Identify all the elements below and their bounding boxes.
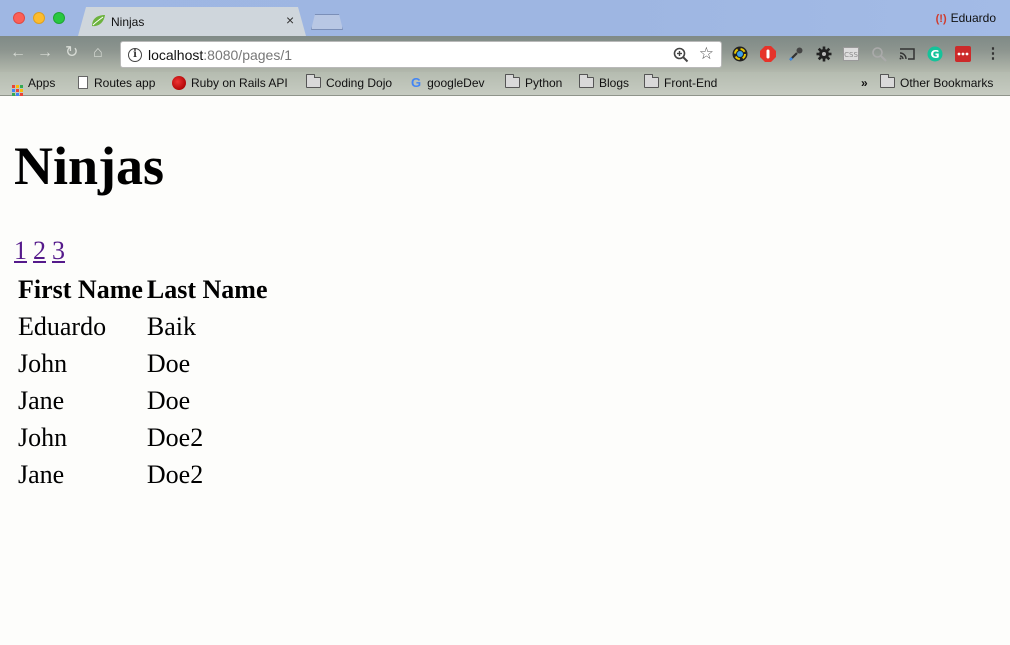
table-row: Jane Doe (17, 383, 269, 418)
page-link-3[interactable]: 3 (52, 236, 65, 265)
folder-icon (579, 74, 594, 88)
first-name-cell: John (18, 348, 68, 378)
bookmark-front-end[interactable]: Front-End (644, 74, 718, 91)
last-name-cell: Doe (146, 385, 191, 415)
bookmarks-bar: Apps Routes app Ruby on Rails API Coding… (0, 72, 1010, 96)
grammarly-extension-icon[interactable]: G (927, 46, 943, 62)
table-row: John Doe2 (17, 420, 269, 455)
first-name-cell: Jane (18, 459, 65, 489)
last-name-cell: Doe (146, 348, 191, 378)
last-name-cell: Baik (146, 311, 197, 341)
folder-icon (644, 74, 659, 88)
site-info-icon[interactable]: i (128, 48, 142, 62)
page-link-2[interactable]: 2 (33, 236, 46, 265)
home-icon[interactable]: ⌂ (93, 44, 103, 62)
column-header-last-name: Last Name (146, 274, 268, 304)
browser-tab-bar: Ninjas × (!) Eduardo (0, 0, 1010, 36)
bookmark-coding-dojo[interactable]: Coding Dojo (306, 74, 393, 91)
last-name-cell: Doe2 (146, 422, 204, 452)
profile-button[interactable]: (!) Eduardo (936, 11, 996, 25)
column-header-first-name: First Name (18, 274, 143, 304)
profile-name: Eduardo (950, 11, 996, 25)
bookmark-label: Ruby on Rails API (191, 76, 288, 90)
first-name-cell: Eduardo (18, 311, 107, 341)
url-host: localhost (148, 47, 204, 63)
folder-icon (306, 74, 321, 88)
tab-title: Ninjas (111, 15, 145, 29)
bookmark-routes-app[interactable]: Routes app (78, 75, 155, 91)
forward-icon[interactable]: → (37, 44, 53, 62)
last-name-cell: Doe2 (146, 459, 204, 489)
folder-icon (505, 74, 520, 88)
table-header-row: First Name Last Name (17, 272, 269, 307)
back-icon[interactable]: ← (10, 44, 26, 62)
browser-menu-icon[interactable]: ⋮ (985, 46, 1001, 62)
document-icon (78, 76, 88, 89)
adblock-extension-icon[interactable] (760, 46, 776, 62)
close-window-button[interactable] (13, 12, 25, 24)
bookmark-label: Front-End (664, 76, 718, 90)
color-picker-extension-icon[interactable] (732, 46, 748, 62)
pagination: 123 (14, 236, 71, 266)
folder-icon (880, 74, 895, 88)
bookmark-apps[interactable]: Apps (12, 75, 56, 96)
eyedropper-extension-icon[interactable] (788, 46, 804, 62)
first-name-cell: John (18, 422, 68, 452)
bookmarks-overflow-chevron-icon[interactable]: » (861, 75, 868, 91)
spring-leaf-icon (92, 15, 105, 27)
svg-text:G: G (930, 48, 939, 61)
minimize-window-button[interactable] (33, 12, 45, 24)
cast-icon[interactable] (899, 46, 915, 62)
first-name-cell: Jane (18, 385, 65, 415)
new-tab-button[interactable] (311, 14, 343, 30)
url-path: :8080/pages/1 (203, 47, 293, 63)
tab-close-icon[interactable]: × (286, 13, 294, 27)
bookmark-python[interactable]: Python (505, 74, 563, 91)
settings-gear-extension-icon[interactable] (816, 46, 832, 62)
bookmark-label: Routes app (94, 76, 156, 90)
google-icon: G (411, 75, 422, 90)
bookmark-ruby-on-rails-api[interactable]: Ruby on Rails API (172, 75, 288, 91)
bookmark-googledev[interactable]: GgoogleDev (411, 75, 485, 91)
table-row: Jane Doe2 (17, 457, 269, 492)
zoom-icon[interactable] (673, 47, 689, 63)
bookmark-star-icon[interactable]: ☆ (699, 44, 714, 64)
html-validator-extension-icon[interactable]: CSS (843, 46, 859, 62)
table-row: John Doe (17, 346, 269, 381)
url-text[interactable]: localhost:8080/pages/1 (148, 47, 292, 63)
maximize-window-button[interactable] (53, 12, 65, 24)
table-row: Eduardo Baik (17, 309, 269, 344)
page-link-1[interactable]: 1 (14, 236, 27, 265)
active-tab[interactable]: Ninjas × (78, 7, 306, 36)
bookmark-label: Apps (28, 76, 56, 90)
reload-icon[interactable]: ↻ (65, 44, 78, 62)
bookmark-label: Blogs (599, 76, 630, 90)
bookmark-label: Python (525, 76, 563, 90)
bookmark-label: googleDev (427, 76, 485, 90)
bookmark-label: Coding Dojo (326, 76, 393, 90)
page-title: Ninjas (14, 136, 165, 196)
browser-toolbar: ← → ↻ ⌂ i localhost:8080/pages/1 ☆ CSS G… (0, 36, 1010, 72)
inspect-extension-icon[interactable] (871, 46, 887, 62)
bookmark-label: Other Bookmarks (900, 76, 994, 90)
ninjas-table: First Name Last Name Eduardo Baik John D… (15, 270, 271, 494)
svg-text:CSS: CSS (844, 51, 858, 59)
profile-sync-icon: (!) (935, 13, 947, 25)
address-bar[interactable]: i localhost:8080/pages/1 ☆ (120, 41, 722, 68)
bookmark-other-bookmarks[interactable]: Other Bookmarks (880, 74, 994, 91)
lastpass-extension-icon[interactable] (955, 46, 971, 62)
page-content: Ninjas 123 First Name Last Name Eduardo … (0, 97, 1010, 645)
apps-grid-icon (12, 85, 23, 96)
rails-icon (172, 76, 186, 90)
bookmark-blogs[interactable]: Blogs (579, 74, 630, 91)
